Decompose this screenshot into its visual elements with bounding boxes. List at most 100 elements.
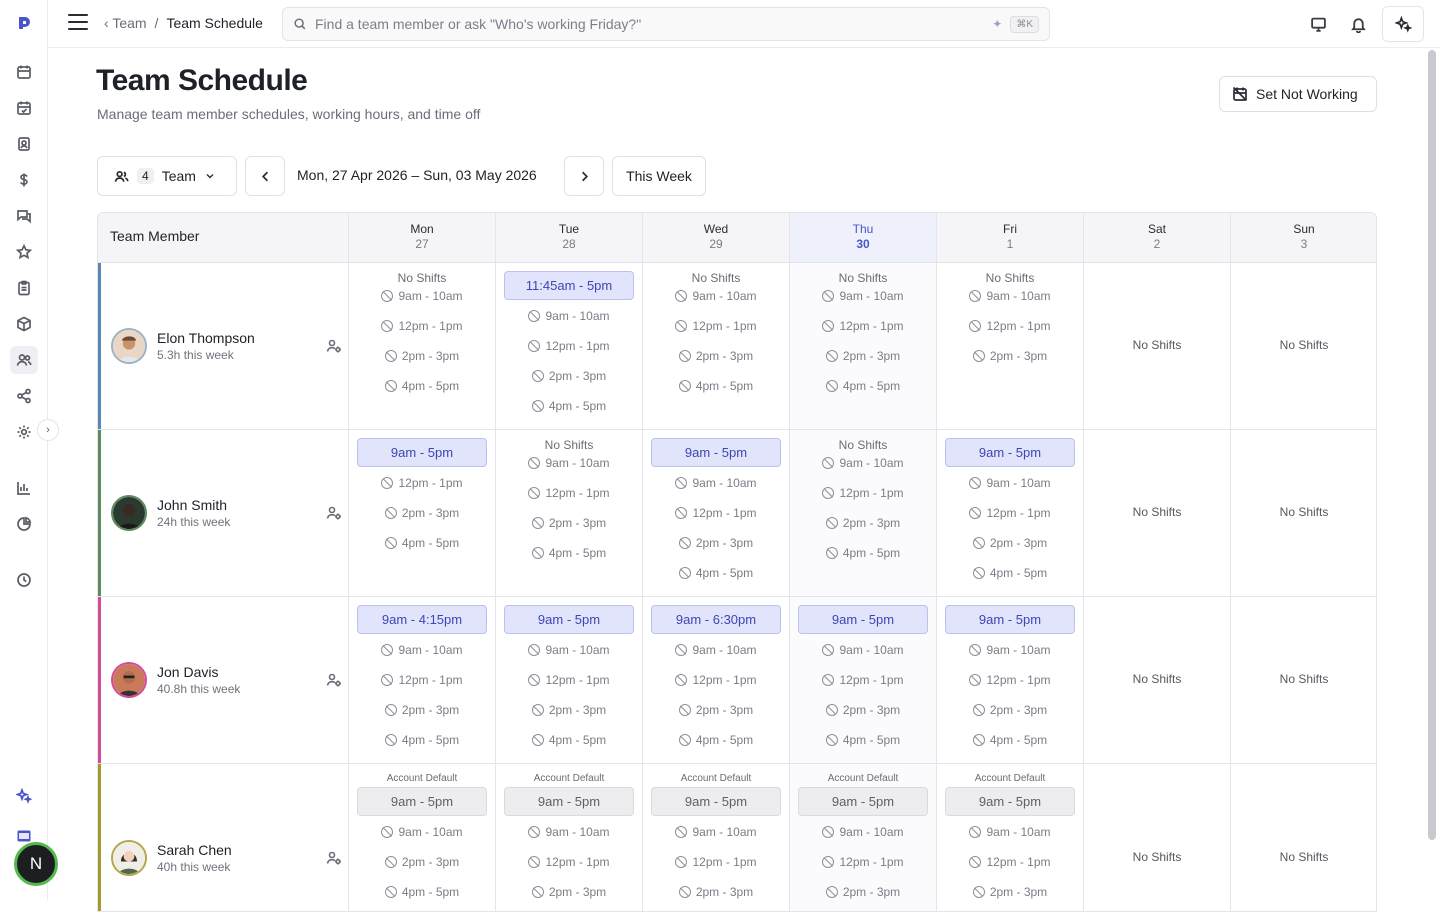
team-filter-dropdown[interactable]: 4 Team — [97, 156, 237, 196]
day-cell[interactable]: 9am - 5pm 12pm - 1pm 2pm - 3pm 4pm - 5pm — [348, 430, 495, 596]
star-icon[interactable] — [14, 242, 34, 262]
package-icon[interactable] — [14, 314, 34, 334]
unavailable-slot[interactable]: 4pm - 5pm — [496, 725, 642, 755]
settings-icon[interactable] — [14, 422, 34, 442]
ai-assistant-button[interactable] — [1382, 6, 1424, 42]
member-name[interactable]: John Smith — [157, 497, 227, 513]
unavailable-slot[interactable]: 9am - 10am — [496, 817, 642, 847]
unavailable-slot[interactable]: 2pm - 3pm — [496, 508, 642, 538]
unavailable-slot[interactable]: 12pm - 1pm — [643, 847, 789, 877]
unavailable-slot[interactable]: 2pm - 3pm — [937, 695, 1083, 725]
default-shift-block[interactable]: 9am - 5pm — [504, 787, 634, 816]
unavailable-slot[interactable]: 9am - 10am — [349, 817, 495, 847]
unavailable-slot[interactable]: 9am - 10am — [643, 635, 789, 665]
unavailable-slot[interactable]: 4pm - 5pm — [496, 538, 642, 568]
chart-bar-icon[interactable] — [14, 478, 34, 498]
day-cell[interactable]: Account Default 9am - 5pm 9am - 10am 12pm -… — [936, 764, 1083, 911]
shift-block[interactable]: 9am - 5pm — [651, 438, 781, 467]
day-cell[interactable]: No Shifts — [1083, 764, 1230, 911]
day-cell[interactable]: Account Default 9am - 5pm 9am - 10am 12pm -… — [642, 764, 789, 911]
pie-chart-icon[interactable] — [14, 514, 34, 534]
unavailable-slot[interactable]: 2pm - 3pm — [790, 695, 936, 725]
shift-block[interactable]: 9am - 5pm — [945, 605, 1075, 634]
next-week-button[interactable] — [564, 156, 604, 196]
shift-block[interactable]: 9am - 6:30pm — [651, 605, 781, 634]
unavailable-slot[interactable]: 2pm - 3pm — [643, 695, 789, 725]
unavailable-slot[interactable]: 12pm - 1pm — [496, 478, 642, 508]
day-cell[interactable]: No Shifts — [1083, 263, 1230, 429]
day-cell[interactable]: No Shifts 9am - 10am 12pm - 1pm 2pm - 3pm 4p… — [789, 263, 936, 429]
member-name[interactable]: Sarah Chen — [157, 842, 232, 858]
unavailable-slot[interactable]: 9am - 10am — [937, 635, 1083, 665]
unavailable-slot[interactable]: 12pm - 1pm — [496, 331, 642, 361]
this-week-button[interactable]: This Week — [612, 156, 706, 196]
menu-icon[interactable] — [68, 14, 88, 32]
unavailable-slot[interactable]: 2pm - 3pm — [496, 361, 642, 391]
unavailable-slot[interactable]: 9am - 10am — [790, 817, 936, 847]
day-cell[interactable]: No Shifts 9am - 10am 12pm - 1pm 2pm - 3pm 4p… — [348, 263, 495, 429]
day-cell[interactable]: 9am - 6:30pm 9am - 10am 12pm - 1pm 2pm - 3p… — [642, 597, 789, 763]
day-cell[interactable]: No Shifts — [1230, 263, 1376, 429]
unavailable-slot[interactable]: 4pm - 5pm — [349, 877, 495, 907]
clipboard-icon[interactable] — [14, 278, 34, 298]
contact-icon[interactable] — [14, 134, 34, 154]
logo-icon[interactable] — [16, 15, 32, 31]
unavailable-slot[interactable]: 9am - 10am — [349, 281, 495, 311]
bell-icon[interactable] — [1346, 12, 1370, 36]
day-cell[interactable]: 11:45am - 5pm 9am - 10am 12pm - 1pm 2pm - 3… — [495, 263, 642, 429]
unavailable-slot[interactable]: 2pm - 3pm — [643, 877, 789, 907]
unavailable-slot[interactable]: 9am - 10am — [790, 281, 936, 311]
unavailable-slot[interactable]: 12pm - 1pm — [937, 311, 1083, 341]
unavailable-slot[interactable]: 12pm - 1pm — [643, 665, 789, 695]
clock-icon[interactable] — [14, 570, 34, 590]
sparkle-icon[interactable] — [14, 786, 34, 806]
member-settings-icon[interactable] — [326, 338, 342, 354]
unavailable-slot[interactable]: 12pm - 1pm — [790, 311, 936, 341]
unavailable-slot[interactable]: 4pm - 5pm — [790, 725, 936, 755]
unavailable-slot[interactable]: 12pm - 1pm — [496, 847, 642, 877]
unavailable-slot[interactable]: 12pm - 1pm — [937, 847, 1083, 877]
expand-rail-button[interactable]: › — [37, 419, 59, 441]
shift-block[interactable]: 9am - 5pm — [798, 605, 928, 634]
unavailable-slot[interactable]: 2pm - 3pm — [496, 877, 642, 907]
unavailable-slot[interactable]: 2pm - 3pm — [790, 877, 936, 907]
day-cell[interactable]: No Shifts — [1230, 597, 1376, 763]
unavailable-slot[interactable]: 4pm - 5pm — [349, 371, 495, 401]
unavailable-slot[interactable]: 2pm - 3pm — [349, 695, 495, 725]
shift-block[interactable]: 9am - 4:15pm — [357, 605, 487, 634]
shift-block[interactable]: 11:45am - 5pm — [504, 271, 634, 300]
unavailable-slot[interactable]: 12pm - 1pm — [937, 665, 1083, 695]
unavailable-slot[interactable]: 9am - 10am — [349, 635, 495, 665]
unavailable-slot[interactable]: 2pm - 3pm — [643, 341, 789, 371]
unavailable-slot[interactable]: 2pm - 3pm — [349, 847, 495, 877]
day-cell[interactable]: No Shifts — [1083, 430, 1230, 596]
unavailable-slot[interactable]: 2pm - 3pm — [643, 528, 789, 558]
day-cell[interactable]: 9am - 5pm 9am - 10am 12pm - 1pm 2pm - 3pm 4p… — [936, 597, 1083, 763]
unavailable-slot[interactable]: 2pm - 3pm — [349, 498, 495, 528]
shift-block[interactable]: 9am - 5pm — [504, 605, 634, 634]
unavailable-slot[interactable]: 4pm - 5pm — [496, 391, 642, 421]
unavailable-slot[interactable]: 12pm - 1pm — [937, 498, 1083, 528]
unavailable-slot[interactable]: 9am - 10am — [937, 817, 1083, 847]
unavailable-slot[interactable]: 2pm - 3pm — [349, 341, 495, 371]
unavailable-slot[interactable]: 4pm - 5pm — [643, 558, 789, 588]
default-shift-block[interactable]: 9am - 5pm — [798, 787, 928, 816]
unavailable-slot[interactable]: 2pm - 3pm — [790, 341, 936, 371]
unavailable-slot[interactable]: 2pm - 3pm — [937, 877, 1083, 907]
day-cell[interactable]: Account Default 9am - 5pm 9am - 10am 12pm -… — [789, 764, 936, 911]
unavailable-slot[interactable]: 2pm - 3pm — [790, 508, 936, 538]
set-not-working-button[interactable]: Set Not Working — [1219, 76, 1377, 112]
unavailable-slot[interactable]: 12pm - 1pm — [349, 311, 495, 341]
day-cell[interactable]: 9am - 5pm 9am - 10am 12pm - 1pm 2pm - 3pm 4p… — [789, 597, 936, 763]
unavailable-slot[interactable]: 4pm - 5pm — [790, 371, 936, 401]
unavailable-slot[interactable]: 9am - 10am — [790, 448, 936, 478]
search-input[interactable]: Find a team member or ask "Who's working… — [282, 7, 1050, 41]
unavailable-slot[interactable]: 4pm - 5pm — [349, 725, 495, 755]
unavailable-slot[interactable]: 2pm - 3pm — [937, 341, 1083, 371]
team-icon[interactable] — [10, 346, 38, 374]
unavailable-slot[interactable]: 9am - 10am — [937, 468, 1083, 498]
shift-block[interactable]: 9am - 5pm — [357, 438, 487, 467]
unavailable-slot[interactable]: 12pm - 1pm — [643, 498, 789, 528]
unavailable-slot[interactable]: 12pm - 1pm — [790, 665, 936, 695]
day-cell[interactable]: 9am - 4:15pm 9am - 10am 12pm - 1pm 2pm - 3p… — [348, 597, 495, 763]
